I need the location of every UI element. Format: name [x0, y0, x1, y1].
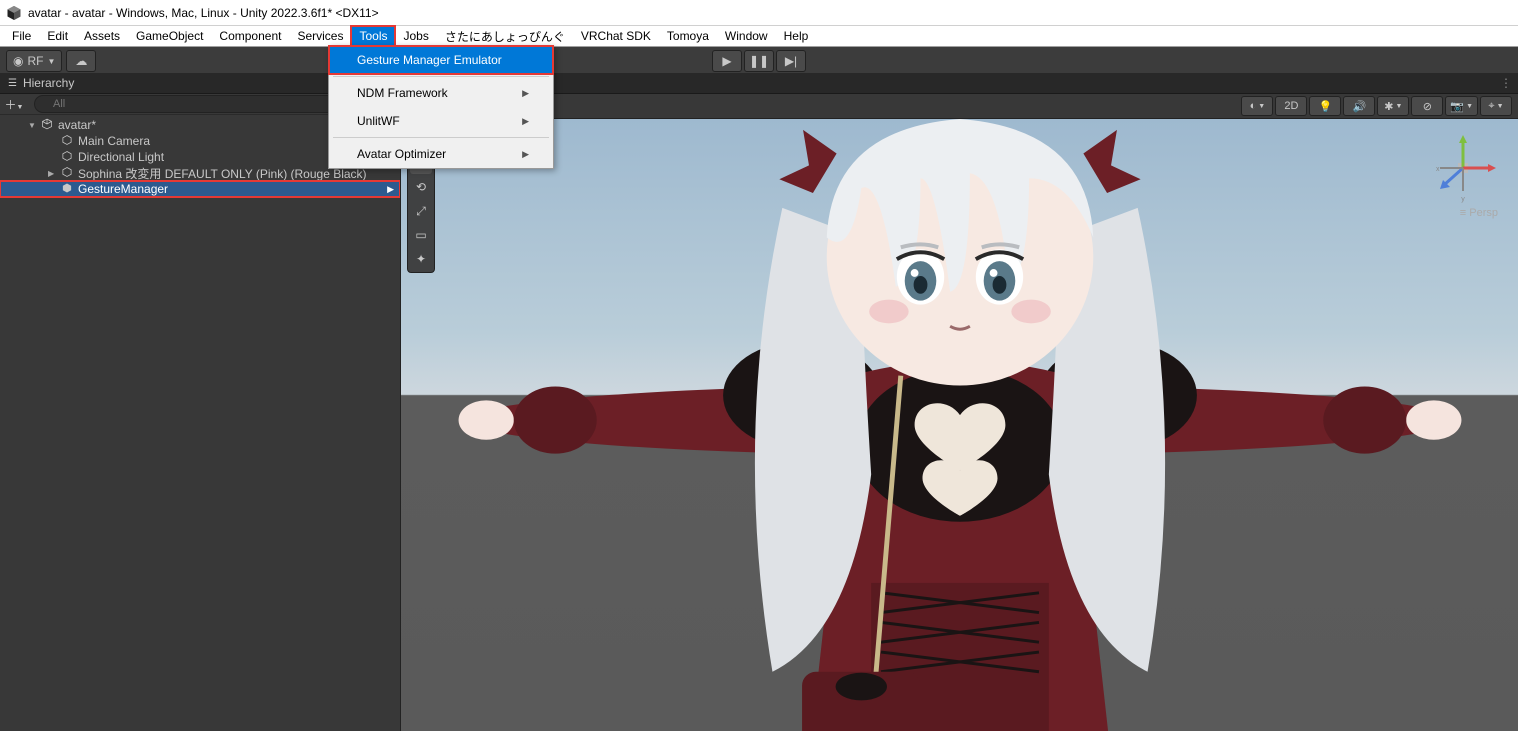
- gameobject-icon: [60, 134, 74, 149]
- window-title: avatar - avatar - Windows, Mac, Linux - …: [28, 6, 379, 20]
- menu-separator: [333, 76, 549, 77]
- scene-toolbar: ⊞▼ ▦▼ ⊹▼ ◐▼ 2D 💡 🔊 ✱▼ ⊘ 📷▼ ⌖▼: [401, 94, 1518, 119]
- chevron-down-icon: ▼: [1396, 103, 1403, 110]
- menu-window[interactable]: Window: [717, 26, 776, 46]
- title-bar: avatar - avatar - Windows, Mac, Linux - …: [0, 0, 1518, 26]
- expand-arrow-icon[interactable]: ▶: [48, 169, 60, 178]
- gizmos-button[interactable]: ⌖▼: [1480, 96, 1512, 116]
- account-label: RF: [27, 54, 43, 68]
- chevron-down-icon: ▼: [1466, 103, 1473, 110]
- submenu-arrow-icon: ▶: [522, 149, 529, 160]
- menu-file[interactable]: File: [4, 26, 39, 46]
- play-button[interactable]: ▶: [712, 50, 742, 72]
- chevron-down-icon: ▼: [1497, 103, 1504, 110]
- submenu-arrow-icon: ▶: [522, 88, 529, 99]
- menu-edit[interactable]: Edit: [39, 26, 76, 46]
- pause-icon: ❚❚: [749, 54, 769, 68]
- tree-item-label: GestureManager: [78, 182, 168, 196]
- menu-satania[interactable]: さたにあしょっぴんぐ: [437, 26, 573, 46]
- tools-unlitwf[interactable]: UnlitWF ▶: [329, 107, 553, 135]
- cloud-icon: ☁: [75, 54, 87, 68]
- gameobject-icon: [60, 150, 74, 165]
- menu-item-label: NDM Framework: [357, 86, 448, 100]
- tools-gesture-manager-emulator[interactable]: Gesture Manager Emulator: [329, 46, 553, 74]
- menu-assets[interactable]: Assets: [76, 26, 128, 46]
- step-icon: ▶|: [785, 54, 797, 68]
- menu-tools[interactable]: Tools: [351, 26, 395, 46]
- main-area: ☰ Hierarchy ⋮ ＋▼ ▼ avatar* Main Camera: [0, 73, 1518, 731]
- camera-icon: 📷: [1450, 100, 1464, 113]
- camera-settings-button[interactable]: 📷▼: [1445, 96, 1478, 116]
- fx-toggle[interactable]: ✱▼: [1377, 96, 1409, 116]
- menu-separator: [333, 137, 549, 138]
- avatar-preview: [430, 119, 1490, 731]
- submenu-arrow-icon: ▶: [522, 116, 529, 127]
- menu-tomoya[interactable]: Tomoya: [659, 26, 717, 46]
- gizmo-icon: ⌖: [1488, 100, 1494, 113]
- transform-icon: ✦: [416, 252, 426, 266]
- menu-gameobject[interactable]: GameObject: [128, 26, 211, 46]
- chevron-down-icon: ▼: [47, 57, 55, 66]
- menu-item-label: Avatar Optimizer: [357, 147, 446, 161]
- main-toolbar: ◉ RF ▼ ☁ ▶ ❚❚ ▶|: [0, 47, 1518, 76]
- tools-dropdown: Gesture Manager Emulator NDM Framework ▶…: [328, 45, 554, 169]
- step-button[interactable]: ▶|: [776, 50, 806, 72]
- pause-button[interactable]: ❚❚: [744, 50, 774, 72]
- account-dropdown[interactable]: ◉ RF ▼: [6, 50, 62, 72]
- tools-ndm-framework[interactable]: NDM Framework ▶: [329, 79, 553, 107]
- expand-arrow-icon[interactable]: ▼: [28, 121, 40, 130]
- svg-text:x: x: [1436, 166, 1440, 173]
- menu-bar: File Edit Assets GameObject Component Se…: [0, 26, 1518, 47]
- hierarchy-tab-label: Hierarchy: [23, 76, 74, 90]
- unity-logo-icon: [6, 5, 22, 21]
- rect-icon: ▭: [415, 228, 426, 242]
- scene-tab-bar: # Scene ▣ Asset Store ⋮: [401, 73, 1518, 94]
- orientation-gizmo[interactable]: y x: [1428, 133, 1498, 203]
- tree-item-label: Main Camera: [78, 134, 150, 148]
- menu-vrchat-sdk[interactable]: VRChat SDK: [573, 26, 659, 46]
- eye-off-icon: ⊘: [1423, 100, 1432, 113]
- svg-text:y: y: [1461, 196, 1465, 203]
- shading-icon: ◐: [1250, 100, 1257, 112]
- tree-item-gesture-manager[interactable]: GestureManager ▶: [0, 181, 400, 197]
- lighting-toggle[interactable]: 💡: [1309, 96, 1341, 116]
- scale-icon: ⤢: [416, 204, 426, 219]
- create-dropdown[interactable]: ＋▼: [0, 96, 28, 113]
- tools-avatar-optimizer[interactable]: Avatar Optimizer ▶: [329, 140, 553, 168]
- hierarchy-icon: ☰: [8, 78, 17, 89]
- panel-menu-icon[interactable]: ⋮: [1494, 76, 1518, 90]
- hidden-objects-button[interactable]: ⊘: [1411, 96, 1443, 116]
- menu-jobs[interactable]: Jobs: [395, 26, 436, 46]
- audio-toggle[interactable]: 🔊: [1343, 96, 1375, 116]
- user-icon: ◉: [13, 54, 23, 68]
- menu-services[interactable]: Services: [289, 26, 351, 46]
- scene-viewport[interactable]: ✋ ✥ ⟲ ⤢ ▭ ✦: [401, 119, 1518, 731]
- menu-help[interactable]: Help: [776, 26, 817, 46]
- shading-mode-button[interactable]: ◐▼: [1241, 96, 1273, 116]
- chevron-right-icon: ▶: [387, 184, 394, 195]
- gameobject-icon: [60, 166, 74, 181]
- play-icon: ▶: [722, 54, 731, 68]
- audio-icon: 🔊: [1353, 100, 1367, 113]
- fx-icon: ✱: [1384, 100, 1393, 113]
- rotate-icon: ⟲: [416, 180, 426, 194]
- menu-item-label: Gesture Manager Emulator: [357, 53, 502, 67]
- tree-item-label: Directional Light: [78, 150, 164, 164]
- hierarchy-tree: ▼ avatar* Main Camera Directional Light …: [0, 115, 400, 731]
- hierarchy-panel: ☰ Hierarchy ⋮ ＋▼ ▼ avatar* Main Camera: [0, 73, 401, 731]
- 2d-toggle[interactable]: 2D: [1275, 96, 1307, 116]
- tree-item-label: Sophina 改変用 DEFAULT ONLY (Pink) (Rouge B…: [78, 165, 367, 182]
- perspective-label[interactable]: ≡ Persp: [1460, 207, 1498, 219]
- lightbulb-icon: 💡: [1319, 100, 1333, 113]
- unity-scene-icon: [40, 118, 54, 133]
- cloud-button[interactable]: ☁: [66, 50, 96, 72]
- menu-item-label: UnlitWF: [357, 114, 400, 128]
- scene-area: # Scene ▣ Asset Store ⋮ ⊞▼ ▦▼ ⊹▼ ◐▼ 2D 💡…: [401, 73, 1518, 731]
- chevron-down-icon: ▼: [1258, 103, 1265, 110]
- tree-item-label: avatar*: [58, 118, 96, 132]
- gameobject-icon: [60, 182, 74, 197]
- menu-component[interactable]: Component: [211, 26, 289, 46]
